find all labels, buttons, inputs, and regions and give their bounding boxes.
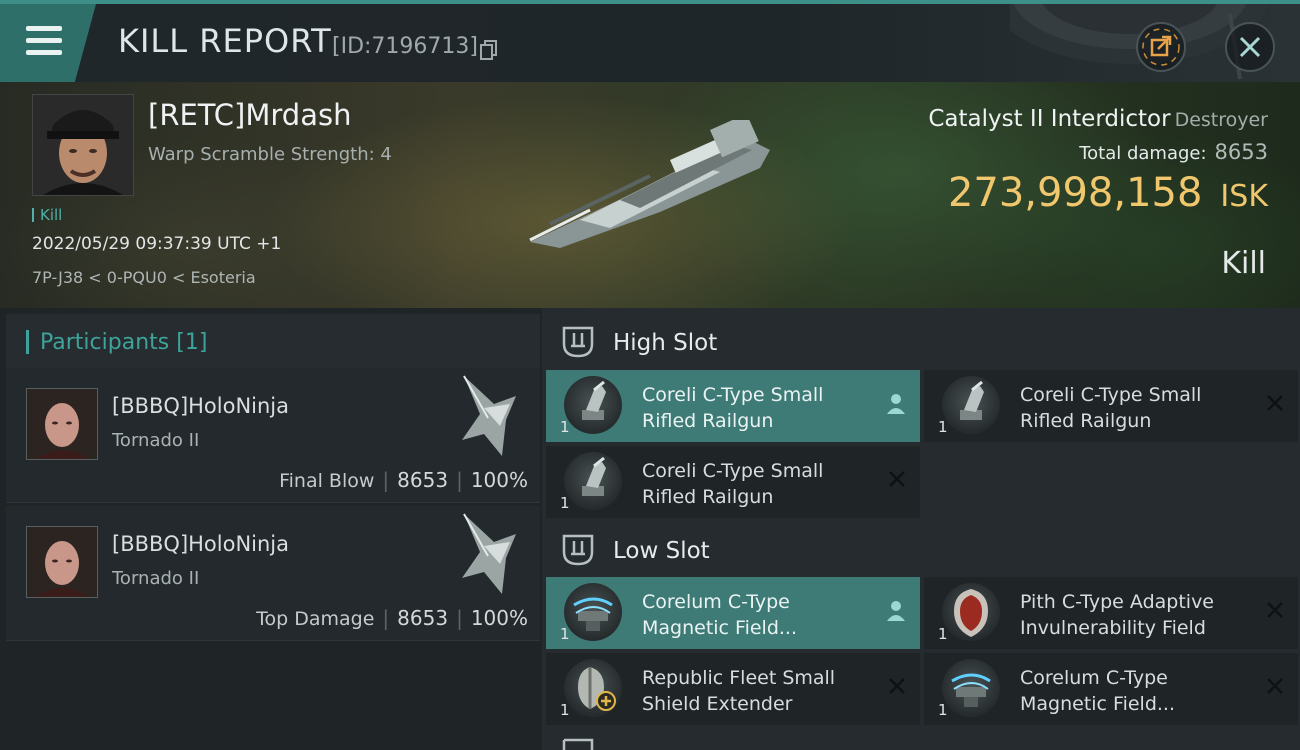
magnetic-field-stabilizer-icon bbox=[564, 583, 622, 641]
participant-avatar bbox=[26, 388, 98, 460]
module-item[interactable]: 1 Corelum C-Type Magnetic Field... bbox=[546, 577, 920, 649]
high-slot-icon bbox=[562, 326, 594, 358]
module-name: Corelum C-Type Magnetic Field... bbox=[642, 591, 798, 639]
isk-unit: ISK bbox=[1220, 179, 1268, 214]
low-slot-icon bbox=[562, 534, 594, 566]
railgun-icon bbox=[564, 376, 622, 434]
participant-role: Top Damage bbox=[256, 608, 375, 630]
high-slot-title: High Slot bbox=[613, 330, 718, 356]
ship-render-image bbox=[529, 120, 770, 248]
high-slot-header: High Slot bbox=[542, 312, 1300, 370]
menu-button[interactable] bbox=[0, 4, 96, 82]
isk-amount: 273,998,158 bbox=[947, 170, 1203, 216]
ship-name: Catalyst II Interdictor bbox=[928, 106, 1171, 132]
kill-location[interactable]: 7P-J38 < 0-PQU0 < Esoteria bbox=[32, 268, 256, 287]
user-icon bbox=[887, 394, 905, 414]
magnetic-field-stabilizer-icon bbox=[942, 659, 1000, 717]
destroyed-icon bbox=[1267, 678, 1283, 694]
menu-icon bbox=[26, 26, 62, 31]
participant-ship: Tornado II bbox=[112, 568, 200, 589]
participant-damage: 8653 bbox=[397, 606, 449, 630]
participant-role: Final Blow bbox=[279, 470, 375, 492]
pilot-avatar-icon bbox=[27, 389, 97, 459]
shield-extender-icon bbox=[564, 659, 622, 717]
copy-icon[interactable] bbox=[480, 40, 498, 60]
user-icon bbox=[887, 601, 905, 621]
module-item[interactable]: 1 Republic Fleet Small Shield Extender bbox=[546, 653, 920, 725]
railgun-icon bbox=[942, 376, 1000, 434]
module-quantity: 1 bbox=[938, 625, 948, 643]
participant-card[interactable]: [BBBQ]HoloNinja Tornado II Final Blow | 86… bbox=[6, 368, 540, 503]
kill-datetime: 2022/05/29 09:37:39 UTC +1 bbox=[32, 234, 282, 254]
victim-name[interactable]: [RETC]Mrdash bbox=[148, 98, 351, 132]
module-quantity: 1 bbox=[560, 418, 570, 436]
participant-name[interactable]: [BBBQ]HoloNinja bbox=[112, 532, 289, 556]
module-item[interactable]: 1 Coreli C-Type Small Rifled Railgun bbox=[924, 370, 1298, 442]
ship-type[interactable]: Catalyst II Interdictor Destroyer bbox=[928, 106, 1268, 132]
ship-class: Destroyer bbox=[1174, 109, 1268, 131]
total-damage-value: 8653 bbox=[1214, 140, 1268, 164]
module-name: Coreli C-Type Small Rifled Railgun bbox=[642, 384, 824, 432]
ship-icon bbox=[462, 375, 516, 456]
participant-avatar bbox=[26, 526, 98, 598]
module-quantity: 1 bbox=[560, 625, 570, 643]
module-item[interactable]: 1 Coreli C-Type Small Rifled Railgun bbox=[546, 446, 920, 518]
module-item[interactable]: 1 Corelum C-Type Magnetic Field... bbox=[924, 653, 1298, 725]
railgun-icon bbox=[564, 452, 622, 510]
participant-stats: Final Blow | 8653 | 100% bbox=[279, 468, 528, 492]
close-icon bbox=[1239, 36, 1261, 58]
module-quantity: 1 bbox=[560, 494, 570, 512]
module-quantity: 1 bbox=[938, 418, 948, 436]
participant-ship: Tornado II bbox=[112, 430, 200, 451]
isk-value: 273,998,158 ISK bbox=[948, 170, 1268, 216]
module-item[interactable]: 1 Pith C-Type Adaptive Invulnerability Fi… bbox=[924, 577, 1298, 649]
invulnerability-field-icon bbox=[942, 583, 1000, 641]
ship-icon bbox=[462, 513, 516, 594]
title-bar: KILL REPORT [ID:7196713] bbox=[0, 0, 1300, 82]
mid-slot-icon bbox=[562, 738, 594, 750]
kill-tag: Kill bbox=[32, 206, 62, 224]
participants-count: [1] bbox=[176, 330, 208, 355]
victim-warp-strength: Warp Scramble Strength: 4 bbox=[148, 144, 392, 165]
total-damage-label: Total damage: bbox=[1079, 143, 1207, 164]
module-name: Corelum C-Type Magnetic Field... bbox=[1020, 667, 1176, 715]
destroyed-icon bbox=[889, 678, 905, 694]
module-name: Coreli C-Type Small Rifled Railgun bbox=[1020, 384, 1202, 432]
module-item[interactable]: 1 Coreli C-Type Small Rifled Railgun bbox=[546, 370, 920, 442]
pilot-avatar-icon bbox=[27, 527, 97, 597]
pilot-avatar-icon bbox=[33, 95, 133, 195]
module-name: Coreli C-Type Small Rifled Railgun bbox=[642, 460, 824, 508]
share-button[interactable] bbox=[1136, 22, 1186, 72]
module-name: Pith C-Type Adaptive Invulnerability Fiel… bbox=[1020, 591, 1214, 639]
share-icon bbox=[1142, 28, 1180, 66]
participants-header: Participants [1] bbox=[6, 314, 540, 370]
participant-percent: 100% bbox=[470, 606, 528, 630]
module-name: Republic Fleet Small Shield Extender bbox=[642, 667, 836, 715]
participant-card[interactable]: [BBBQ]HoloNinja Tornado II Top Damage | 86… bbox=[6, 506, 540, 641]
page-title: KILL REPORT bbox=[118, 22, 332, 60]
victim-summary: [RETC]Mrdash Warp Scramble Strength: 4 K… bbox=[0, 82, 1300, 308]
participant-stats: Top Damage | 8653 | 100% bbox=[256, 606, 528, 630]
close-button[interactable] bbox=[1225, 22, 1275, 72]
module-quantity: 1 bbox=[560, 701, 570, 719]
participants-title: Participants bbox=[40, 330, 170, 355]
low-slot-header: Low Slot bbox=[542, 520, 1300, 578]
participant-damage: 8653 bbox=[397, 468, 449, 492]
participants-panel: Participants [1] [BBBQ]HoloNinja Tornado… bbox=[0, 308, 542, 750]
destroyed-icon bbox=[1267, 395, 1283, 411]
module-quantity: 1 bbox=[938, 701, 948, 719]
report-id: [ID:7196713] bbox=[332, 34, 478, 59]
destroyed-icon bbox=[1267, 602, 1283, 618]
destroyed-icon bbox=[889, 471, 905, 487]
participant-percent: 100% bbox=[470, 468, 528, 492]
victim-portrait[interactable] bbox=[32, 94, 134, 196]
total-damage: Total damage: 8653 bbox=[1079, 140, 1268, 164]
low-slot-title: Low Slot bbox=[613, 538, 710, 564]
fitting-panel: High Slot 1 Coreli C-Type Small Rifled Ra… bbox=[542, 308, 1300, 750]
result-label: Kill bbox=[1221, 246, 1266, 281]
participant-name[interactable]: [BBBQ]HoloNinja bbox=[112, 394, 289, 418]
